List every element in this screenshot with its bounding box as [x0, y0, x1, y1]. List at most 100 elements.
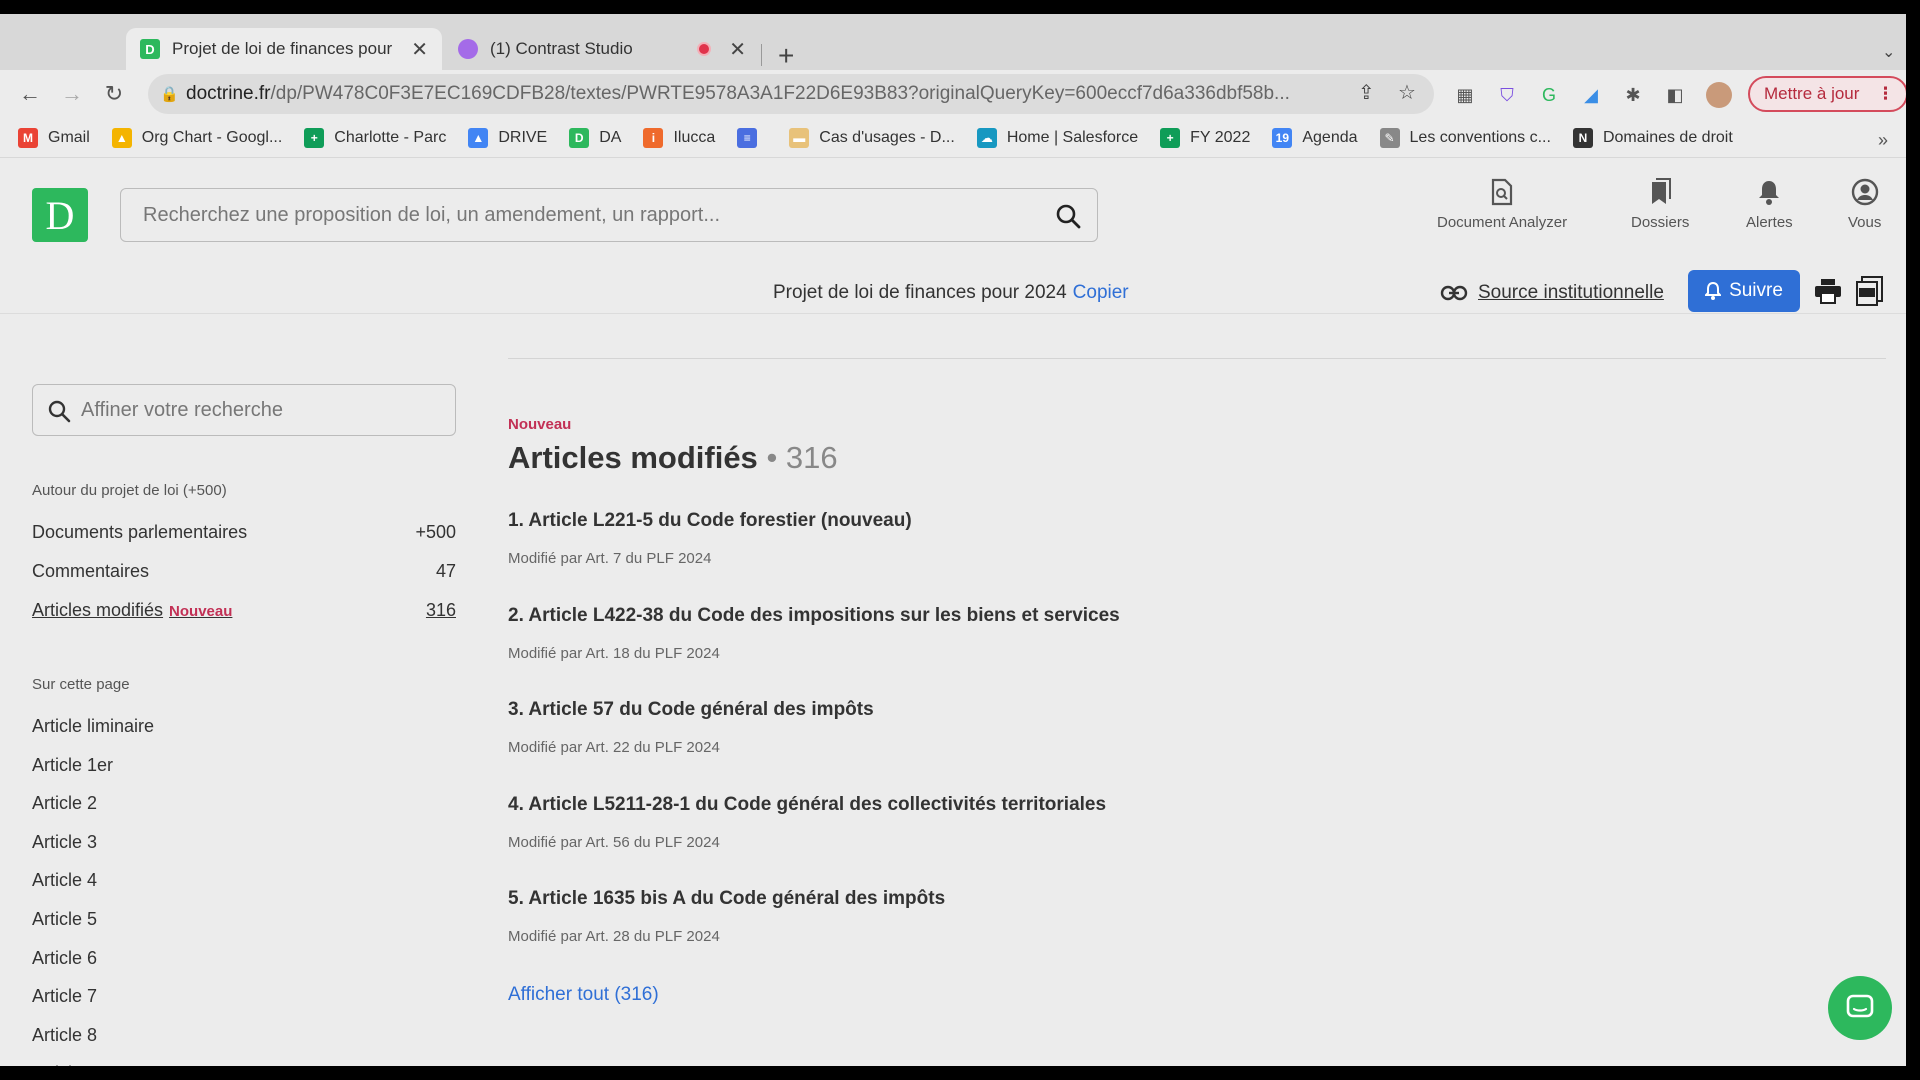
bookmark-favicon-icon: ☁: [976, 127, 997, 148]
bookmark-item[interactable]: i Ilucca: [643, 127, 715, 148]
toc-item[interactable]: Article 6: [32, 948, 97, 969]
shield-extension-icon[interactable]: ⛉: [1496, 84, 1518, 106]
nav-document-analyzer[interactable]: Document Analyzer: [1437, 178, 1567, 231]
back-arrow-icon[interactable]: ←: [14, 78, 46, 110]
app-header: D Document Analyzer Dossiers: [0, 158, 1920, 314]
sidebar-link-commentaires[interactable]: Commentaires 47: [32, 561, 456, 582]
nav-label: Dossiers: [1631, 214, 1690, 231]
tab-title: (1) Contrast Studio: [490, 39, 633, 58]
sidebar-link-label-wrap: Articles modifiés Nouveau: [32, 600, 232, 621]
bookmark-item[interactable]: D DA: [569, 127, 621, 148]
reload-icon[interactable]: ↻: [98, 78, 130, 110]
bookmark-item[interactable]: N Domaines de droit: [1572, 127, 1733, 148]
print-icon[interactable]: [1814, 278, 1842, 304]
article-item: 5. Article 1635 bis A du Code général de…: [508, 888, 945, 945]
toc-item[interactable]: Article 2: [32, 793, 97, 814]
copy-title-link[interactable]: Copier: [1073, 282, 1129, 303]
on-this-page-heading: Sur cette page: [32, 676, 130, 693]
bookmark-star-icon[interactable]: ☆: [1398, 80, 1416, 105]
tab-title: Projet de loi de finances pour: [172, 39, 393, 58]
search-icon: [48, 400, 71, 423]
tab-contrast-studio[interactable]: (1) Contrast Studio ✕: [444, 28, 760, 70]
nav-dossiers[interactable]: Dossiers: [1631, 178, 1689, 231]
pdf-download-icon[interactable]: [1856, 276, 1884, 306]
tab-search-chevron-icon[interactable]: ⌄: [1882, 42, 1895, 62]
toc-item[interactable]: Article 5: [32, 909, 97, 930]
search-icon[interactable]: [1055, 203, 1081, 229]
follow-button[interactable]: Suivre: [1688, 270, 1800, 312]
document-search-icon: [1491, 178, 1513, 206]
sidebar-link-articles-modifies[interactable]: Articles modifiés Nouveau 316: [32, 600, 456, 621]
close-tab-icon[interactable]: ✕: [411, 37, 428, 62]
bookmark-label: Les conventions c...: [1409, 128, 1551, 146]
nav-label: Vous: [1848, 214, 1882, 231]
side-panel-icon[interactable]: ◧: [1664, 84, 1686, 106]
bookmark-favicon-icon: M: [18, 127, 38, 148]
new-tab-icon[interactable]: +: [778, 42, 794, 70]
sidebar-link-label: Commentaires: [32, 561, 150, 581]
refine-search[interactable]: [32, 384, 456, 436]
toc-item[interactable]: Article 7: [32, 986, 97, 1007]
article-modified-by: Modifié par Art. 7 du PLF 2024: [508, 550, 712, 567]
toc-item[interactable]: Article 1er: [32, 755, 113, 776]
global-search[interactable]: [120, 188, 1098, 242]
bookmark-item[interactable]: + FY 2022: [1160, 127, 1250, 148]
bookmark-label: Gmail: [48, 128, 90, 146]
article-item: 4. Article L5211-28-1 du Code général de…: [508, 794, 1106, 851]
bookmark-item[interactable]: ☁ Home | Salesforce: [976, 127, 1138, 148]
recording-icon: [697, 42, 712, 56]
forward-arrow-icon[interactable]: →: [56, 78, 88, 110]
toc-item[interactable]: Article 9: [32, 1063, 97, 1066]
bookmark-favicon-icon: D: [569, 127, 590, 148]
bookmark-item[interactable]: ▬ Cas d'usages - D...: [789, 127, 955, 148]
profile-avatar[interactable]: [1706, 82, 1732, 108]
article-title-link[interactable]: 2. Article L422-38 du Code des impositio…: [508, 605, 1120, 627]
bookmark-item[interactable]: + Charlotte - Parc: [304, 127, 447, 148]
bookmark-label: Charlotte - Parc: [334, 128, 447, 146]
close-tab-icon[interactable]: ✕: [729, 37, 746, 62]
nav-vous[interactable]: Vous: [1848, 178, 1881, 231]
refine-search-input[interactable]: [81, 398, 441, 422]
grid-extension-icon[interactable]: ▦: [1454, 84, 1476, 106]
toc-item[interactable]: Article 8: [32, 1025, 97, 1046]
bookmark-item[interactable]: ✎ Les conventions c...: [1379, 127, 1551, 148]
bookmark-label: Domaines de droit: [1602, 128, 1733, 146]
toc-item[interactable]: Article liminaire: [32, 716, 154, 737]
grammarly-extension-icon[interactable]: G: [1538, 84, 1560, 106]
show-all-link[interactable]: Afficher tout (316): [508, 984, 659, 1006]
sidebar-link-documents-parlementaires[interactable]: Documents parlementaires +500: [32, 522, 456, 543]
bookmark-label: Cas d'usages - D...: [819, 128, 955, 146]
article-item: 3. Article 57 du Code général des impôts…: [508, 699, 874, 756]
doctrine-logo[interactable]: D: [32, 188, 88, 242]
article-title-link[interactable]: 4. Article L5211-28-1 du Code général de…: [508, 794, 1106, 816]
lock-icon: 🔒: [160, 86, 179, 103]
share-icon[interactable]: ⇪: [1358, 80, 1375, 105]
bookmark-item[interactable]: ▲ DRIVE: [468, 127, 547, 148]
address-bar[interactable]: 🔒 doctrine.fr/dp/PW478C0F3E7EC169CDFB28/…: [148, 74, 1434, 114]
article-modified-by: Modifié par Art. 18 du PLF 2024: [508, 644, 720, 662]
toc-item[interactable]: Article 4: [32, 870, 97, 891]
nav-label: Alertes: [1746, 214, 1793, 231]
bookmark-item[interactable]: ≡: [737, 127, 767, 148]
global-search-input[interactable]: [143, 203, 1023, 227]
bookmark-item[interactable]: 19 Agenda: [1272, 127, 1358, 148]
bookmark-item[interactable]: ▲ Org Chart - Googl...: [111, 127, 282, 148]
tab-doctrine[interactable]: D Projet de loi de finances pour ✕: [126, 28, 442, 70]
article-title-link[interactable]: 3. Article 57 du Code général des impôts: [508, 699, 874, 721]
article-title-link[interactable]: 5. Article 1635 bis A du Code général de…: [508, 888, 945, 910]
bookmarks-overflow-icon[interactable]: »: [1878, 130, 1888, 151]
article-item: 2. Article L422-38 du Code des impositio…: [508, 605, 1120, 662]
puzzle-extensions-icon[interactable]: ✱: [1622, 84, 1644, 106]
update-browser-button[interactable]: Mettre à jour ⋮: [1748, 76, 1908, 112]
nav-alertes[interactable]: Alertes: [1746, 178, 1793, 231]
sidebar-link-count: 47: [435, 561, 456, 581]
source-institutionnelle-link[interactable]: Source institutionnelle: [1440, 282, 1664, 304]
new-label: Nouveau: [508, 416, 572, 433]
bookmarks-bar: M Gmail ▲ Org Chart - Googl... + Charlotte - …: [0, 118, 1920, 158]
chat-support-button[interactable]: [1828, 976, 1892, 1040]
chart-extension-icon[interactable]: ◢: [1580, 84, 1602, 106]
article-title-link[interactable]: 1. Article L221-5 du Code forestier (nou…: [508, 510, 912, 532]
bookmark-item[interactable]: M Gmail: [18, 127, 90, 148]
bookmark-favicon-icon: ✎: [1379, 127, 1400, 148]
toc-item[interactable]: Article 3: [32, 832, 97, 853]
